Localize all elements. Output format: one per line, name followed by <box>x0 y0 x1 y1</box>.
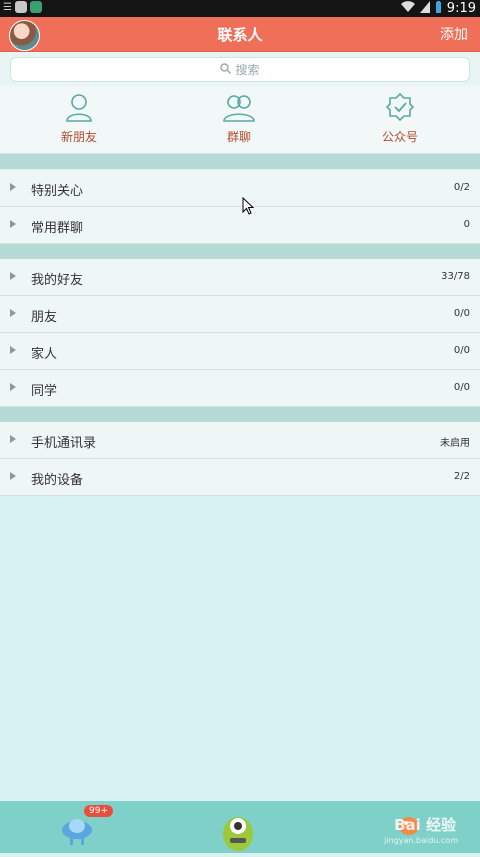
group-label: 常用群聊 <box>31 221 84 236</box>
group-label: 手机通讯录 <box>31 436 97 451</box>
watermark-url: jingyan.baidu.com <box>384 836 458 845</box>
group-row-family[interactable]: 家人 0/0 <box>0 333 480 370</box>
group-row-friends[interactable]: 朋友 0/0 <box>0 296 480 333</box>
app-notification-icon <box>14 1 27 13</box>
group-count: 0/0 <box>453 382 470 393</box>
verified-badge-icon <box>340 92 460 122</box>
spaceship-icon <box>60 819 94 850</box>
section-divider <box>0 407 480 422</box>
group-count: 33/78 <box>441 271 470 282</box>
group-row-frequent-groups[interactable]: 常用群聊 0 <box>0 207 480 244</box>
page-title: 联系人 <box>217 26 263 44</box>
group-count: 0/0 <box>453 308 470 319</box>
status-bar: ☰ 9:19 <box>0 0 480 17</box>
group-label: 我的设备 <box>31 473 84 488</box>
expand-arrow-icon <box>10 346 16 354</box>
new-friends-label: 新朋友 <box>60 130 97 144</box>
expand-arrow-icon <box>10 309 16 317</box>
battery-icon <box>435 0 442 17</box>
group-label: 我的好友 <box>31 273 84 288</box>
group-chat-button[interactable]: 群聊 <box>179 92 299 145</box>
expand-arrow-icon <box>10 272 16 280</box>
group-count: 0/2 <box>453 182 470 193</box>
expand-arrow-icon <box>10 383 16 391</box>
monster-icon <box>220 817 256 857</box>
group-row-special-care[interactable]: 特别关心 0/2 <box>0 170 480 207</box>
group-count: 未启用 <box>440 438 470 449</box>
expand-arrow-icon <box>10 183 16 191</box>
header: 联系人 添加 <box>0 17 480 52</box>
section-divider <box>0 154 480 169</box>
group-row-classmates[interactable]: 同学 0/0 <box>0 370 480 407</box>
contacts-tab[interactable] <box>220 808 256 857</box>
signal-icon <box>419 1 430 16</box>
search-area: 搜索 <box>0 52 480 86</box>
chat-notification-icon <box>29 1 42 13</box>
search-placeholder: 搜索 <box>235 63 260 77</box>
section-divider <box>0 244 480 259</box>
official-accounts-button[interactable]: 公众号 <box>340 92 460 145</box>
group-count: 0/0 <box>453 345 470 356</box>
new-friends-button[interactable]: 新朋友 <box>19 92 139 145</box>
unread-badge: 99+ <box>84 805 113 817</box>
add-button[interactable]: 添加 <box>440 24 468 44</box>
group-count: 0 <box>463 219 470 230</box>
expand-arrow-icon <box>10 435 16 443</box>
expand-arrow-icon <box>10 472 16 480</box>
watermark-logo: Bai 经验 <box>394 816 456 834</box>
group-label: 家人 <box>31 347 58 362</box>
search-input[interactable]: 搜索 <box>10 57 470 82</box>
official-accounts-label: 公众号 <box>381 130 418 144</box>
quick-actions: 新朋友 群聊 公众号 <box>0 86 480 154</box>
group-row-my-devices[interactable]: 我的设备 2/2 <box>0 459 480 496</box>
wifi-icon <box>400 1 415 16</box>
group-chat-label: 群聊 <box>226 130 251 144</box>
group-icon <box>179 92 299 122</box>
group-count: 2/2 <box>453 471 470 482</box>
group-row-my-friends[interactable]: 我的好友 33/78 <box>0 259 480 296</box>
person-icon <box>19 92 139 122</box>
search-icon <box>220 62 232 77</box>
group-label: 特别关心 <box>31 184 84 199</box>
clock: 9:19 <box>446 1 476 16</box>
group-label: 朋友 <box>31 310 58 325</box>
group-label: 同学 <box>31 384 58 399</box>
expand-arrow-icon <box>10 220 16 228</box>
group-row-phone-contacts[interactable]: 手机通讯录 未启用 <box>0 422 480 459</box>
menu-icon: ☰ <box>3 1 12 13</box>
mouse-cursor-icon <box>242 196 255 219</box>
